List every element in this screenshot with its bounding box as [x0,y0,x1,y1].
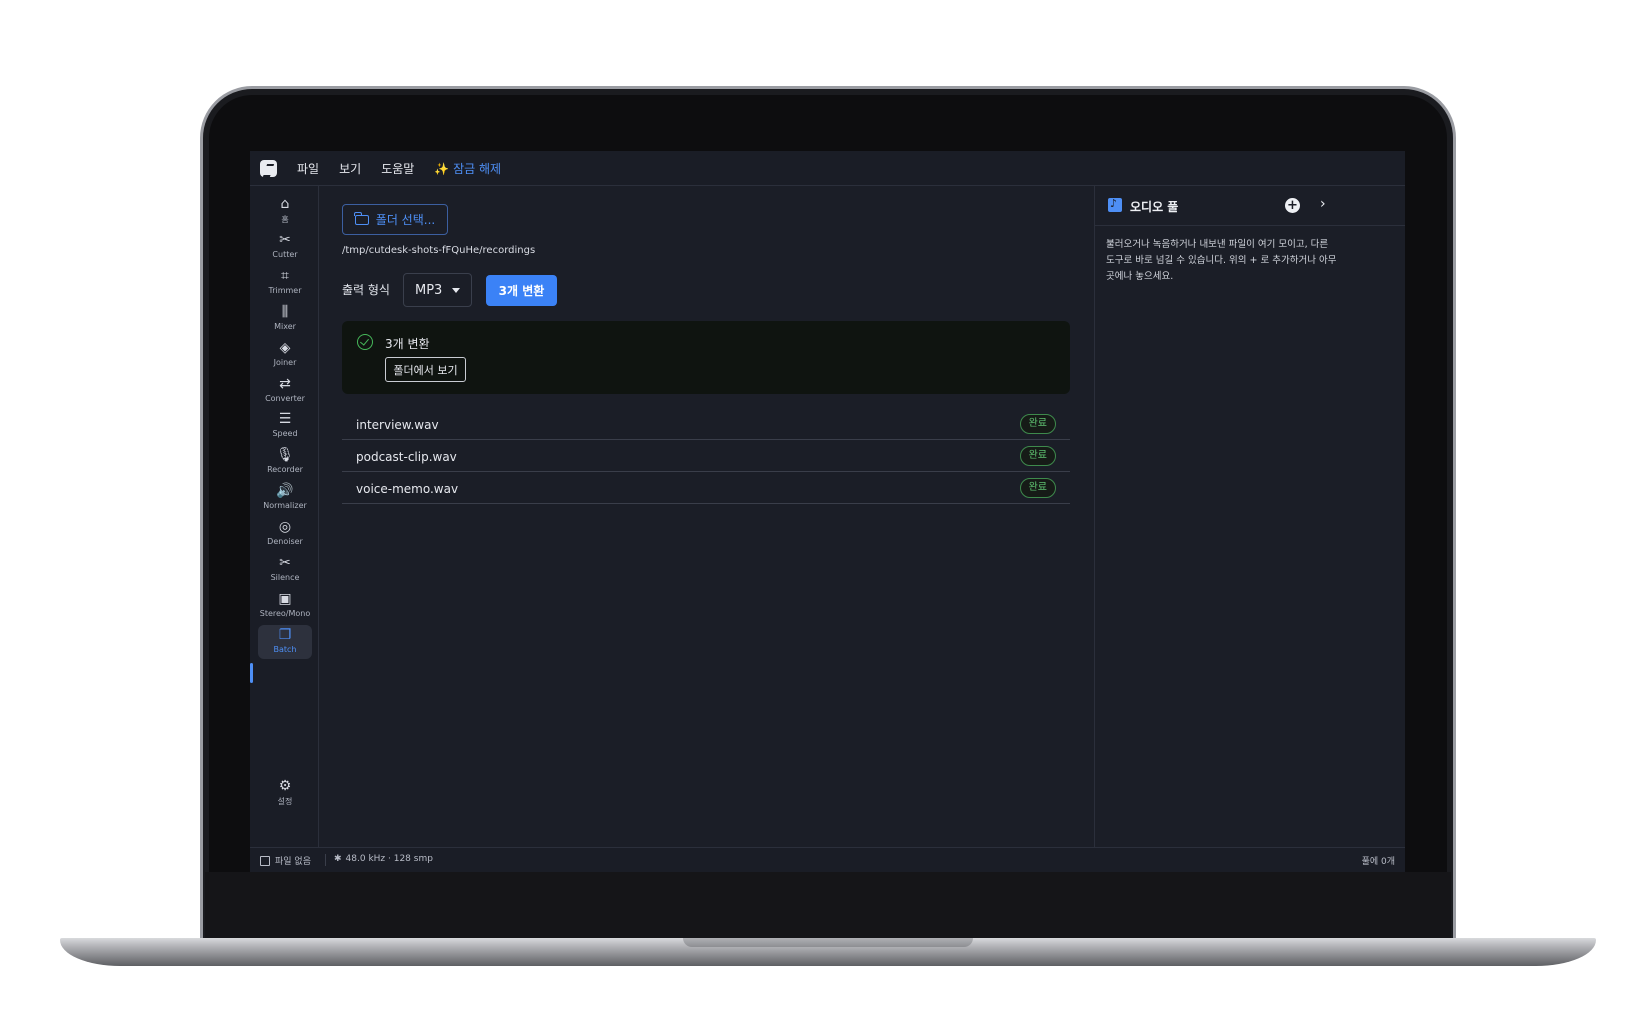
speaker-icon: ▣ [278,590,292,607]
status-badge: 완료 [1019,446,1056,466]
audio-pool-title: 오디오 풀 [1130,200,1179,214]
sidebar-item-normalizer[interactable]: 🔊 Normalizer [258,481,312,515]
pool-count: 풀에 0개 [1361,857,1395,867]
convert-button[interactable]: 3개 변환 [486,275,557,306]
sliders-icon: ☰ [278,411,292,428]
file-name: podcast-clip.wav [356,450,457,464]
select-folder-button[interactable]: 폴더 선택... [342,204,448,235]
app-window: 파일 보기 도움말 ✨ 잠금 해제 ⌂ 홈 ✂ Cutter ⌗ Trimmer ⫼ Mixe… [250,151,1405,872]
add-to-pool-button[interactable]: + [1285,198,1300,213]
table-row: interview.wav 완료 [342,408,1070,440]
file-name: voice-memo.wav [356,482,459,496]
app-logo-icon [260,159,277,177]
music-library-icon [1108,197,1122,212]
sidebar-item-settings[interactable]: ⚙ 설정 [258,776,312,810]
sidebar-item-silence[interactable]: ✂ Silence [258,553,312,587]
sidebar-item-label: Cutter [272,249,298,259]
sidebar-item-label: Normalizer [263,501,307,511]
sidebar-item-label: Speed [272,429,298,439]
sidebar-item-speed[interactable]: ☰ Speed [258,409,312,443]
home-icon: ⌂ [280,196,290,212]
file-icon [260,855,270,866]
menu-view[interactable]: 보기 [339,160,361,177]
scissors-icon: ✂ [279,555,291,571]
sample-rate-text: 48.0 kHz · 128 smp [345,854,433,864]
table-row: voice-memo.wav 완료 [342,472,1070,504]
sidebar-item-label: 홈 [281,215,289,224]
result-text: 3개 변환 [385,337,430,351]
denoise-icon: ◎ [278,519,292,536]
status-badge: 완료 [1019,478,1056,498]
sidebar-item-trimmer[interactable]: ⌗ Trimmer [258,266,312,300]
scissors-icon: ✂ [279,231,291,248]
status-sample-rate: ✱ 48.0 kHz · 128 smp [334,854,433,864]
sidebar-item-converter[interactable]: ⇄ Converter [258,374,312,408]
sidebar-item-denoiser[interactable]: ◎ Denoiser [258,517,312,551]
audio-pool-description: 불러오거나 녹음하거나 내보낸 파일이 여기 모이고, 다른 도구로 바로 넘길… [1106,239,1337,282]
menu-file[interactable]: 파일 [297,160,319,177]
sidebar-item-label: Recorder [267,465,303,475]
crop-icon: ⌗ [281,267,289,284]
chevron-right-icon[interactable]: › [1320,196,1326,212]
gear-icon: ⚙ [278,778,292,794]
sidebar-item-label: Stereo/Mono [259,608,311,618]
result-panel: 3개 변환 폴더에서 보기 [342,321,1070,394]
audio-pool-panel: 오디오 풀 + › 불러오거나 녹음하거나 내보낸 파일이 여기 모이고, 다른… [1094,186,1405,847]
volume-icon: 🔊 [276,483,294,500]
sidebar-item-label: 설정 [277,797,293,806]
laptop-notch [683,938,973,947]
status-badge: 완료 [1019,414,1056,434]
sidebar: ⌂ 홈 ✂ Cutter ⌗ Trimmer ⫼ Mixer ◈ Joiner ⇄ Converter… [250,186,319,847]
sidebar-item-joiner[interactable]: ◈ Joiner [258,338,312,372]
layers-icon: ◈ [279,339,291,356]
sidebar-item-label: Silence [270,573,300,582]
folder-icon [354,211,369,225]
status-divider [325,854,326,866]
folder-path: /tmp/cutdesk-shots-fFQuHe/recordings [342,245,536,256]
table-row: podcast-clip.wav 완료 [342,440,1070,472]
file-list: interview.wav 완료 podcast-clip.wav 완료 voi… [342,408,1070,504]
sidebar-item-label: Mixer [274,321,296,331]
menubar: 파일 보기 도움말 ✨ 잠금 해제 [250,151,1405,186]
stage: 파일 보기 도움말 ✨ 잠금 해제 ⌂ 홈 ✂ Cutter ⌗ Trimmer ⫼ Mixe… [0,0,1652,1020]
laptop-bezel [205,872,1451,938]
file-name: interview.wav [356,418,439,432]
sidebar-item-label: Converter [265,393,305,403]
swap-icon: ⇄ [279,375,291,392]
waveform-icon: ✱ [334,854,342,864]
active-indicator [250,663,253,683]
format-label: 출력 형식 [342,283,390,297]
sidebar-item-cutter[interactable]: ✂ Cutter [258,230,312,264]
view-in-folder-button[interactable]: 폴더에서 보기 [385,357,466,382]
sidebar-item--[interactable]: ⌂ 홈 [258,194,312,228]
sidebar-item-recorder[interactable]: 🎙 Recorder [258,445,312,479]
sidebar-item-label: Batch [273,644,297,654]
menu-unlock[interactable]: ✨ 잠금 해제 [434,160,501,177]
sidebar-item-stereo-mono[interactable]: ▣ Stereo/Mono [258,589,312,623]
sidebar-item-mixer[interactable]: ⫼ Mixer [258,302,312,336]
caret-down-icon [452,288,460,293]
check-circle-icon [357,334,373,350]
sidebar-item-batch[interactable]: ❐ Batch [258,624,312,659]
audio-pool-header: 오디오 풀 + › [1095,186,1405,226]
status-file: 파일 없음 [260,854,311,867]
menu-help[interactable]: 도움말 [381,160,414,177]
format-value: MP3 [415,282,443,298]
format-select[interactable]: MP3 [403,273,472,307]
select-folder-label: 폴더 선택... [375,213,436,227]
mixer-icon: ⫼ [281,303,289,320]
sidebar-item-label: Joiner [273,357,297,367]
mic-icon: 🎙 [276,447,294,464]
status-file-text: 파일 없음 [275,857,311,867]
sidebar-item-label: Trimmer [268,285,302,295]
status-bar: 파일 없음 ✱ 48.0 kHz · 128 smp 풀에 0개 [250,847,1405,872]
main-panel: 폴더 선택... /tmp/cutdesk-shots-fFQuHe/recor… [319,186,1094,847]
batch-icon: ❐ [278,626,292,643]
sidebar-item-label: Denoiser [267,537,303,547]
